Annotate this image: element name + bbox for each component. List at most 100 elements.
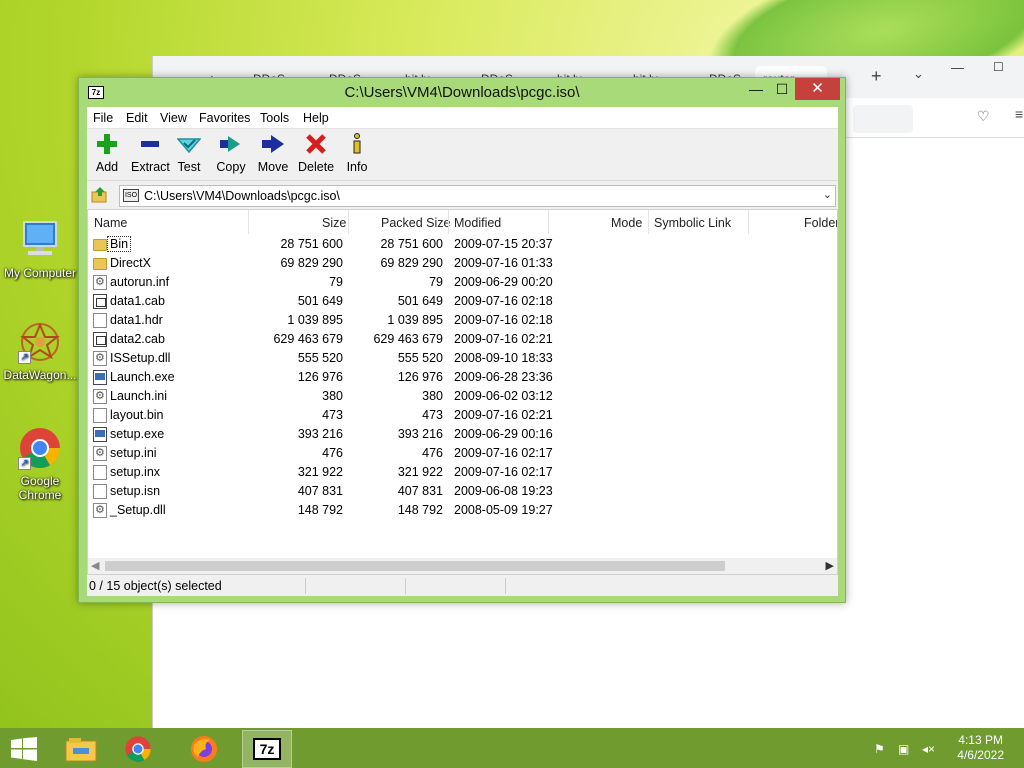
settings-file-icon bbox=[93, 446, 107, 461]
scrollbar-thumb[interactable] bbox=[105, 561, 725, 571]
column-folder[interactable]: Folder bbox=[804, 216, 837, 230]
copy-arrow-icon bbox=[216, 133, 246, 157]
plus-icon bbox=[94, 133, 120, 157]
minus-icon bbox=[131, 133, 169, 157]
new-tab-icon[interactable]: + bbox=[871, 66, 882, 87]
chevron-down-icon[interactable]: ⌄ bbox=[823, 188, 832, 201]
browser-omnibox-tail[interactable] bbox=[853, 105, 913, 133]
table-row[interactable]: setup.ini 476 476 2009-07-16 02:17 bbox=[88, 444, 837, 463]
exe-file-icon bbox=[93, 370, 107, 385]
clock-time: 4:13 PM bbox=[958, 733, 1003, 747]
column-divider[interactable] bbox=[548, 210, 549, 234]
status-divider bbox=[505, 578, 506, 594]
scroll-right-icon[interactable]: ▶ bbox=[826, 559, 834, 572]
browser-restore-icon[interactable]: ☐ bbox=[993, 60, 1004, 74]
path-combobox[interactable]: ISO C:\Users\VM4\Downloads\pcgc.iso\ ⌄ bbox=[119, 185, 836, 207]
browser-minimize-icon[interactable]: — bbox=[951, 60, 964, 75]
desktop-icon-my-computer[interactable]: My Computer bbox=[0, 218, 80, 280]
window-client-area: File Edit View Favorites Tools Help Add … bbox=[87, 107, 838, 596]
desktop-icon-google-chrome[interactable]: ↗ Google Chrome bbox=[0, 426, 80, 502]
column-packed-size[interactable]: Packed Size bbox=[381, 216, 450, 230]
taskbar-file-explorer[interactable] bbox=[56, 730, 106, 768]
table-row[interactable]: data1.cab 501 649 501 649 2009-07-16 02:… bbox=[88, 292, 837, 311]
menu-tools[interactable]: Tools bbox=[260, 111, 289, 125]
taskbar-firefox[interactable] bbox=[180, 730, 230, 768]
file-icon bbox=[93, 408, 107, 423]
column-size[interactable]: Size bbox=[322, 216, 346, 230]
move-button[interactable]: Move bbox=[257, 133, 289, 174]
column-divider[interactable] bbox=[348, 210, 349, 234]
file-icon bbox=[93, 484, 107, 499]
network-icon[interactable]: ▣ bbox=[898, 742, 912, 756]
column-divider[interactable] bbox=[748, 210, 749, 234]
folder-icon bbox=[93, 258, 107, 270]
column-symbolic-link[interactable]: Symbolic Link bbox=[654, 216, 731, 230]
table-row[interactable]: setup.isn 407 831 407 831 2009-06-08 19:… bbox=[88, 482, 837, 501]
table-row[interactable]: Bin 28 751 600 28 751 600 2009-07-15 20:… bbox=[88, 235, 837, 254]
shortcut-arrow-icon: ↗ bbox=[18, 457, 31, 470]
desktop-icon-datawagon[interactable]: ↗ DataWagon... bbox=[0, 320, 80, 382]
test-button[interactable]: Test bbox=[176, 133, 202, 174]
close-button[interactable]: ✕ bbox=[795, 78, 840, 100]
cab-file-icon bbox=[93, 294, 107, 309]
taskbar-7zip[interactable]: 7z bbox=[242, 730, 292, 768]
table-row[interactable]: layout.bin 473 473 2009-07-16 02:21 bbox=[88, 406, 837, 425]
menu-view[interactable]: View bbox=[160, 111, 187, 125]
status-divider bbox=[405, 578, 406, 594]
menu-file[interactable]: File bbox=[93, 111, 113, 125]
scroll-left-icon[interactable]: ◀ bbox=[91, 559, 99, 572]
horizontal-scrollbar[interactable]: ◀ ▶ bbox=[88, 558, 837, 574]
window-title: C:\Users\VM4\Downloads\pcgc.iso\ bbox=[344, 84, 580, 101]
table-row[interactable]: data1.hdr 1 039 895 1 039 895 2009-07-16… bbox=[88, 311, 837, 330]
check-icon bbox=[176, 133, 202, 157]
menu-favorites[interactable]: Favorites bbox=[199, 111, 250, 125]
action-center-icon[interactable]: ⚑ bbox=[874, 742, 888, 756]
settings-file-icon bbox=[93, 503, 107, 518]
status-bar: 0 / 15 object(s) selected bbox=[87, 576, 838, 596]
column-divider[interactable] bbox=[448, 210, 449, 234]
column-name[interactable]: Name bbox=[94, 216, 127, 230]
table-row[interactable]: DirectX 69 829 290 69 829 290 2009-07-16… bbox=[88, 254, 837, 273]
taskbar-clock[interactable]: 4:13 PM 4/6/2022 bbox=[957, 733, 1004, 763]
table-row[interactable]: data2.cab 629 463 679 629 463 679 2009-0… bbox=[88, 330, 837, 349]
table-row[interactable]: ISSetup.dll 555 520 555 520 2008-09-10 1… bbox=[88, 349, 837, 368]
add-button[interactable]: Add bbox=[94, 133, 120, 174]
path-text: C:\Users\VM4\Downloads\pcgc.iso\ bbox=[144, 189, 340, 203]
table-row[interactable]: setup.inx 321 922 321 922 2009-07-16 02:… bbox=[88, 463, 837, 482]
table-row[interactable]: _Setup.dll 148 792 148 792 2008-05-09 19… bbox=[88, 501, 837, 520]
sevenzip-window[interactable]: 7z C:\Users\VM4\Downloads\pcgc.iso\ — ☐ … bbox=[78, 77, 846, 603]
maximize-button[interactable]: ☐ bbox=[769, 78, 795, 100]
copy-button[interactable]: Copy bbox=[216, 133, 246, 174]
column-divider[interactable] bbox=[648, 210, 649, 234]
minimize-button[interactable]: — bbox=[743, 78, 769, 100]
table-row[interactable]: setup.exe 393 216 393 216 2009-06-29 00:… bbox=[88, 425, 837, 444]
table-row[interactable]: Launch.exe 126 976 126 976 2009-06-28 23… bbox=[88, 368, 837, 387]
column-mode[interactable]: Mode bbox=[611, 216, 642, 230]
settings-file-icon bbox=[93, 351, 107, 366]
browser-menu-icon[interactable]: ≡ bbox=[1015, 106, 1023, 122]
windows-start-icon[interactable] bbox=[10, 737, 38, 761]
window-titlebar[interactable]: 7z C:\Users\VM4\Downloads\pcgc.iso\ — ☐ … bbox=[79, 78, 845, 106]
delete-button[interactable]: Delete bbox=[298, 133, 334, 174]
column-modified[interactable]: Modified bbox=[454, 216, 501, 230]
menu-bar: File Edit View Favorites Tools Help bbox=[87, 107, 838, 129]
column-divider[interactable] bbox=[248, 210, 249, 234]
tab-search-chevron-icon[interactable]: ⌄ bbox=[913, 66, 924, 82]
desktop-icon-label: DataWagon... bbox=[3, 368, 77, 382]
menu-help[interactable]: Help bbox=[303, 111, 329, 125]
taskbar: 7z ⚑ ▣ ◂× 4:13 PM 4/6/2022 bbox=[0, 728, 1024, 768]
table-row[interactable]: Launch.ini 380 380 2009-06-02 03:12 bbox=[88, 387, 837, 406]
taskbar-chrome[interactable] bbox=[114, 730, 164, 768]
folder-up-icon[interactable] bbox=[91, 186, 109, 204]
info-button[interactable]: Info bbox=[345, 133, 369, 174]
desktop-icon-label: My Computer bbox=[3, 266, 77, 280]
menu-edit[interactable]: Edit bbox=[126, 111, 148, 125]
chrome-icon bbox=[124, 735, 152, 766]
extract-button[interactable]: Extract bbox=[131, 133, 170, 174]
table-row[interactable]: autorun.inf 79 79 2009-06-29 00:20 bbox=[88, 273, 837, 292]
file-list[interactable]: Name Size Packed Size Modified Mode Symb… bbox=[87, 209, 838, 575]
volume-muted-icon[interactable]: ◂× bbox=[922, 742, 936, 756]
7zip-icon: 7z bbox=[253, 738, 281, 760]
file-rows: Bin 28 751 600 28 751 600 2009-07-15 20:… bbox=[88, 235, 837, 520]
pocket-icon[interactable]: ♡ bbox=[977, 108, 990, 125]
